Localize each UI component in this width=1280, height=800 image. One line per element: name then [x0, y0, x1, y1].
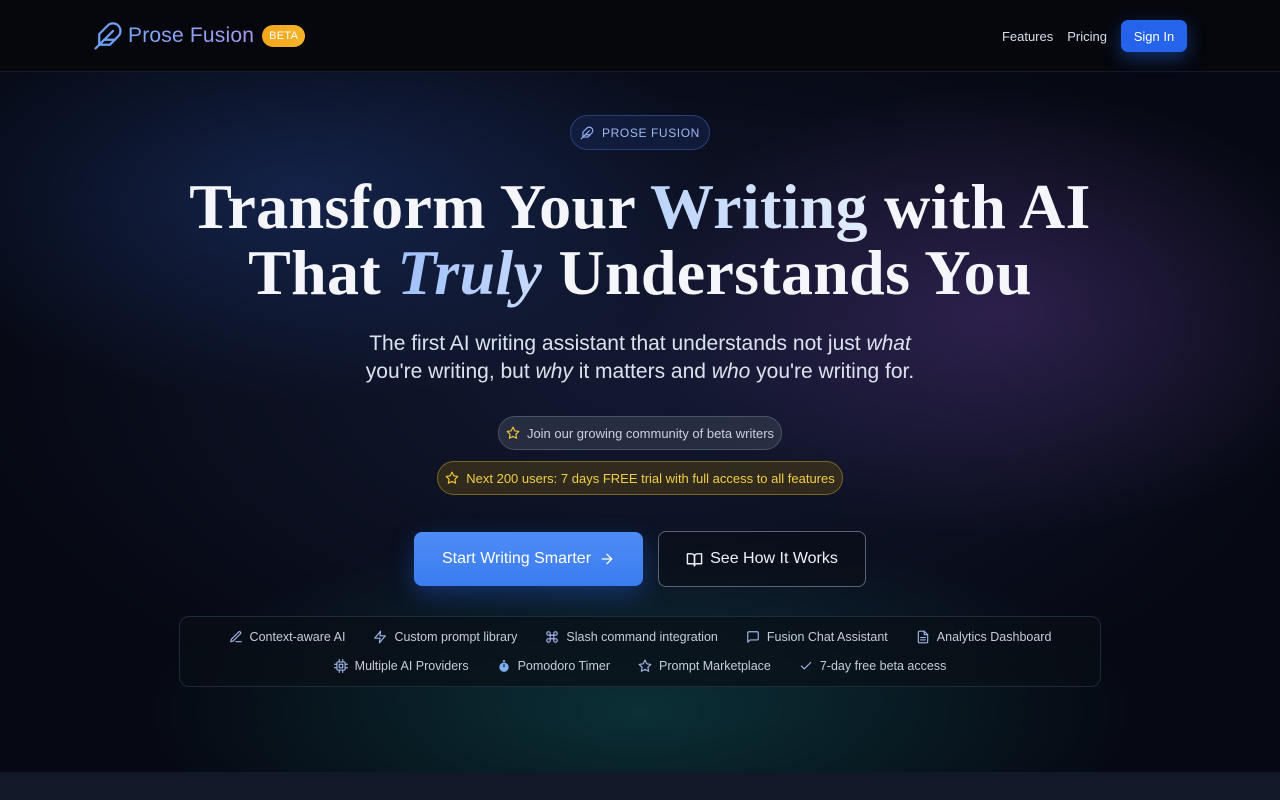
headline-line1-part1: Transform Your: [189, 171, 651, 242]
subtitle-emphasis: who: [711, 360, 751, 383]
feature-item: Context-aware AI: [229, 630, 346, 644]
feature-label: Multiple AI Providers: [354, 659, 469, 673]
start-writing-label: Start Writing Smarter: [441, 550, 592, 567]
brand-name: Prose Fusion: [128, 24, 255, 47]
sign-in-button[interactable]: Sign In: [1121, 20, 1187, 52]
headline-line1-part2: with AI: [867, 171, 1091, 242]
feature-item: Custom prompt library: [373, 630, 517, 644]
feather-icon: [93, 21, 123, 51]
timer-icon: [498, 660, 509, 672]
start-writing-button[interactable]: Start Writing Smarter: [414, 532, 643, 586]
nav-features-link[interactable]: Features: [1002, 29, 1053, 44]
eyebrow-badge: PROSE FUSION: [570, 115, 710, 150]
arrow-right-icon: [601, 553, 613, 565]
subtitle-emphasis: why: [535, 360, 573, 383]
feature-item: Pomodoro Timer: [497, 659, 610, 673]
feature-label: Prompt Marketplace: [659, 659, 771, 673]
star-icon: [506, 426, 520, 439]
pen-icon: [229, 631, 242, 643]
command-icon: [546, 631, 559, 643]
features-row: Multiple AI Providers Pomodoro Timer Pro…: [180, 659, 1100, 673]
brand-logo-link[interactable]: Prose Fusion BETA: [93, 20, 306, 52]
feature-item: 7-day free beta access: [799, 659, 946, 673]
cpu-icon: [333, 659, 348, 673]
subtitle-text: The first AI writing assistant that unde…: [369, 332, 867, 355]
top-navbar: Prose Fusion BETA Features Pricing Sign …: [0, 0, 1280, 72]
features-row: Context-aware AI Custom prompt library S…: [180, 630, 1100, 644]
see-how-label: See How It Works: [710, 550, 838, 567]
feature-label: 7-day free beta access: [819, 659, 947, 673]
document-icon: [917, 630, 929, 644]
feature-item: Analytics Dashboard: [916, 630, 1052, 644]
main-nav: Features Pricing Sign In: [1002, 20, 1187, 52]
check-icon: [800, 661, 812, 670]
feature-label: Pomodoro Timer: [517, 659, 610, 673]
feature-label: Context-aware AI: [249, 630, 346, 644]
hero-section: PROSE FUSION Transform Your Writing with…: [0, 72, 1280, 772]
next-section-edge: [0, 772, 1280, 800]
feature-item: Slash command integration: [545, 630, 718, 644]
feature-item: Prompt Marketplace: [638, 659, 771, 673]
feature-item: Multiple AI Providers: [333, 659, 469, 673]
feather-icon: [580, 126, 594, 139]
feature-label: Slash command integration: [566, 630, 718, 644]
star-icon: [638, 659, 652, 672]
headline-highlight: Writing: [650, 171, 868, 242]
bolt-icon: [374, 630, 387, 644]
headline-line2-part2: Understands You: [542, 237, 1032, 308]
star-icon: [445, 471, 459, 484]
headline-line2-part1: That: [248, 237, 398, 308]
feature-label: Analytics Dashboard: [936, 630, 1052, 644]
features-strip: Context-aware AI Custom prompt library S…: [179, 616, 1101, 687]
headline-italic: Truly: [397, 237, 543, 308]
trial-text: Next 200 users: 7 days FREE trial with f…: [466, 470, 835, 486]
subtitle-text: you're writing for.: [750, 360, 915, 383]
chat-icon: [747, 631, 759, 643]
nav-pricing-link[interactable]: Pricing: [1067, 29, 1107, 44]
subtitle-text: you're writing, but: [365, 360, 536, 383]
community-text: Join our growing community of beta write…: [526, 425, 775, 441]
eyebrow-text: PROSE FUSION: [602, 125, 700, 140]
book-open-icon: [686, 552, 703, 567]
subtitle-emphasis: what: [866, 332, 911, 355]
beta-badge: BETA: [262, 25, 306, 47]
subtitle-text: it matters and: [572, 360, 712, 383]
hero-headline: Transform Your Writing with AI That Trul…: [0, 174, 1280, 306]
trial-offer-badge: Next 200 users: 7 days FREE trial with f…: [437, 461, 843, 495]
see-how-it-works-button[interactable]: See How It Works: [658, 531, 866, 587]
hero-subtitle: The first AI writing assistant that unde…: [0, 330, 1280, 386]
feature-label: Custom prompt library: [394, 630, 518, 644]
community-badge: Join our growing community of beta write…: [498, 416, 782, 450]
feature-label: Fusion Chat Assistant: [766, 630, 888, 644]
feature-item: Fusion Chat Assistant: [746, 630, 888, 644]
